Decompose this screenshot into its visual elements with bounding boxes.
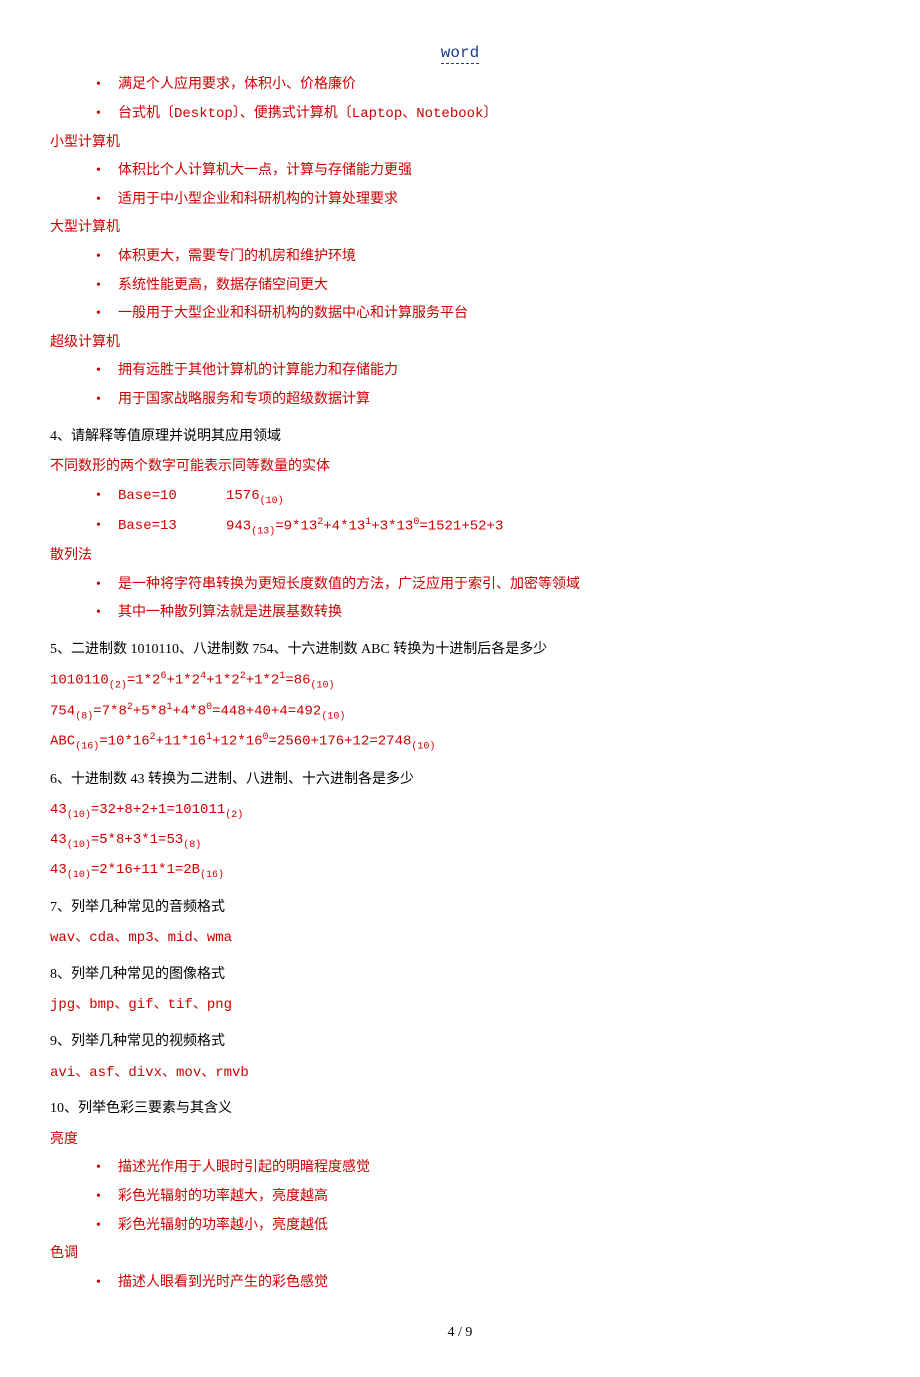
q7-answer: wav、cda、mp3、mid、wma bbox=[50, 925, 870, 952]
page-number: 4 / 9 bbox=[50, 1320, 870, 1347]
personal-computer-list: 满足个人应用要求，体积小、价格廉价 台式机〔Desktop〕、便携式计算机〔La… bbox=[96, 72, 870, 127]
list-item: Base=101576(10) bbox=[96, 483, 870, 511]
q5-line2: 754(8)=7*82+5*81+4*80=448+40+4=492(10) bbox=[50, 698, 870, 726]
list-item: 系统性能更高，数据存储空间更大 bbox=[96, 273, 870, 300]
question-10: 10、列举色彩三要素与其含义 bbox=[50, 1096, 870, 1123]
list-item: 体积比个人计算机大一点，计算与存储能力更强 bbox=[96, 158, 870, 185]
question-5: 5、二进制数 1010110、八进制数 754、十六进制数 ABC 转换为十进制… bbox=[50, 637, 870, 664]
q5-line3: ABC(16)=10*162+11*161+12*160=2560+176+12… bbox=[50, 728, 870, 756]
list-item: 其中一种散列算法就是进展基数转换 bbox=[96, 600, 870, 627]
hue-heading: 色调 bbox=[50, 1241, 870, 1268]
section-heading-mainframe: 大型计算机 bbox=[50, 215, 870, 242]
header-link-text[interactable]: word bbox=[441, 44, 479, 64]
section-heading-mini: 小型计算机 bbox=[50, 130, 870, 157]
luminance-list: 描述光作用于人眼时引起的明暗程度感觉 彩色光辐射的功率越大，亮度越高 彩色光辐射… bbox=[96, 1155, 870, 1239]
list-item: 体积更大，需要专门的机房和维护环境 bbox=[96, 244, 870, 271]
question-4: 4、请解释等值原理并说明其应用领域 bbox=[50, 424, 870, 451]
question-9: 9、列举几种常见的视频格式 bbox=[50, 1029, 870, 1056]
list-item: 满足个人应用要求，体积小、价格廉价 bbox=[96, 72, 870, 99]
question-7: 7、列举几种常见的音频格式 bbox=[50, 895, 870, 922]
q6-line2: 43(10)=5*8+3*1=53(8) bbox=[50, 827, 870, 855]
list-item: 拥有远胜于其他计算机的计算能力和存储能力 bbox=[96, 358, 870, 385]
list-item: Base=13943(13)=9*132+4*131+3*130=1521+52… bbox=[96, 513, 870, 541]
q5-line1: 1010110(2)=1*26+1*24+1*22+1*21=86(10) bbox=[50, 667, 870, 695]
luminance-heading: 亮度 bbox=[50, 1127, 870, 1154]
mini-computer-list: 体积比个人计算机大一点，计算与存储能力更强 适用于中小型企业和科研机构的计算处理… bbox=[96, 158, 870, 213]
q6-line3: 43(10)=2*16+11*1=2B(16) bbox=[50, 857, 870, 885]
hash-heading: 散列法 bbox=[50, 543, 870, 570]
q8-answer: jpg、bmp、gif、tif、png bbox=[50, 992, 870, 1019]
q6-line1: 43(10)=32+8+2+1=101011(2) bbox=[50, 797, 870, 825]
list-item: 描述光作用于人眼时引起的明暗程度感觉 bbox=[96, 1155, 870, 1182]
question-8: 8、列举几种常见的图像格式 bbox=[50, 962, 870, 989]
hash-list: 是一种将字符串转换为更短长度数值的方法，广泛应用于索引、加密等领域 其中一种散列… bbox=[96, 572, 870, 627]
mainframe-list: 体积更大，需要专门的机房和维护环境 系统性能更高，数据存储空间更大 一般用于大型… bbox=[96, 244, 870, 328]
list-item: 是一种将字符串转换为更短长度数值的方法，广泛应用于索引、加密等领域 bbox=[96, 572, 870, 599]
list-item: 适用于中小型企业和科研机构的计算处理要求 bbox=[96, 187, 870, 214]
q4-statement: 不同数形的两个数字可能表示同等数量的实体 bbox=[50, 454, 870, 481]
list-item: 用于国家战略服务和专项的超级数据计算 bbox=[96, 387, 870, 414]
base13-value: 943(13)=9*132+4*131+3*130=1521+52+3 bbox=[226, 513, 503, 541]
supercomputer-list: 拥有远胜于其他计算机的计算能力和存储能力 用于国家战略服务和专项的超级数据计算 bbox=[96, 358, 870, 413]
section-heading-super: 超级计算机 bbox=[50, 330, 870, 357]
list-item: 描述人眼看到光时产生的彩色感觉 bbox=[96, 1270, 870, 1297]
list-item: 台式机〔Desktop〕、便携式计算机〔Laptop、Notebook〕 bbox=[96, 101, 870, 128]
list-item: 彩色光辐射的功率越大，亮度越高 bbox=[96, 1184, 870, 1211]
list-item: 一般用于大型企业和科研机构的数据中心和计算服务平台 bbox=[96, 301, 870, 328]
hue-list: 描述人眼看到光时产生的彩色感觉 bbox=[96, 1270, 870, 1297]
header-link: word bbox=[50, 38, 870, 68]
question-6: 6、十进制数 43 转换为二进制、八进制、十六进制各是多少 bbox=[50, 767, 870, 794]
q4-base-list: Base=101576(10) Base=13943(13)=9*132+4*1… bbox=[96, 483, 870, 541]
base10-value: 1576(10) bbox=[226, 483, 284, 511]
q9-answer: avi、asf、divx、mov、rmvb bbox=[50, 1060, 870, 1087]
list-item: 彩色光辐射的功率越小，亮度越低 bbox=[96, 1213, 870, 1240]
